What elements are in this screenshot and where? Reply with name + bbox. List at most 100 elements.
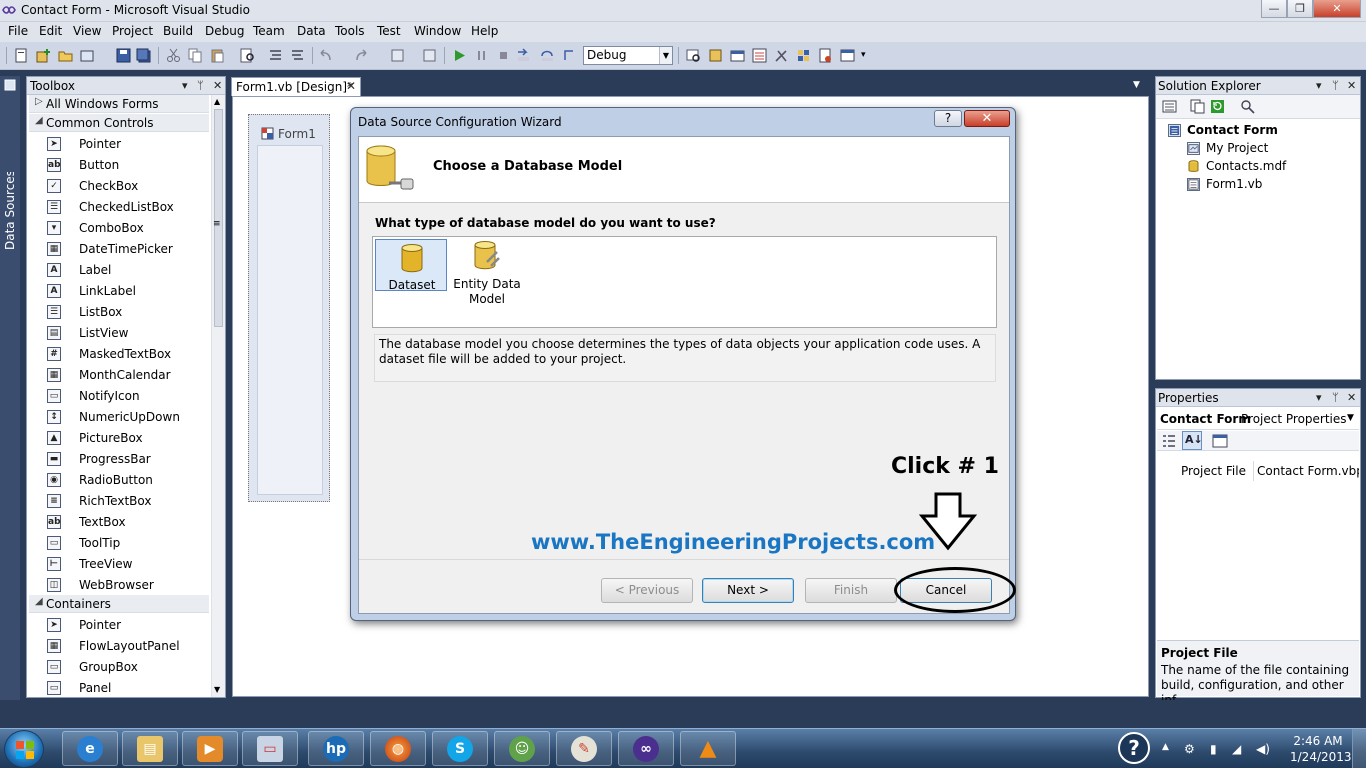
- paste-icon[interactable]: [210, 48, 225, 63]
- extension-manager-icon[interactable]: [796, 48, 811, 63]
- finish-button[interactable]: Finish: [805, 578, 897, 603]
- project-node[interactable]: Contact Form: [1187, 123, 1278, 137]
- maximize-button[interactable]: ❐: [1287, 0, 1313, 18]
- toolbox-item-button[interactable]: ab Button: [29, 155, 209, 175]
- solution-explorer-icon[interactable]: [708, 48, 723, 63]
- step-out-icon[interactable]: [562, 48, 577, 63]
- scroll-up-icon[interactable]: ▲: [214, 97, 220, 106]
- minimize-button[interactable]: —: [1261, 0, 1287, 18]
- stop-icon[interactable]: [496, 48, 511, 63]
- panel-dropdown-icon[interactable]: ▾: [1316, 391, 1322, 404]
- toolbox-item-panel[interactable]: ▭ Panel: [29, 678, 209, 698]
- show-hidden-icons-icon[interactable]: ▲: [1162, 742, 1169, 752]
- new-project-icon[interactable]: [14, 48, 29, 63]
- menu-test[interactable]: Test: [377, 24, 401, 38]
- menu-tools[interactable]: Tools: [335, 24, 365, 38]
- copy-icon[interactable]: [188, 48, 203, 63]
- taskbar-visual-studio[interactable]: ∞: [618, 731, 674, 766]
- object-selector[interactable]: Contact Form Project Properties ▼: [1157, 408, 1359, 430]
- step-over-icon[interactable]: [540, 48, 555, 63]
- toolbox-item-treeview[interactable]: ⊢ TreeView: [29, 554, 209, 574]
- form1-designer[interactable]: Form1: [248, 114, 330, 502]
- toolbox-item-datetimepicker[interactable]: ▦ DateTimePicker: [29, 239, 209, 259]
- menu-edit[interactable]: Edit: [39, 24, 62, 38]
- navigate-backward-icon[interactable]: [390, 48, 405, 63]
- solution-configuration-select[interactable]: Debug ▼: [583, 46, 673, 65]
- find-icon[interactable]: [240, 48, 255, 63]
- toolbox-item-maskedtextbox[interactable]: # MaskedTextBox: [29, 344, 209, 364]
- taskbar-network[interactable]: ▭: [242, 731, 298, 766]
- refresh-icon[interactable]: [1210, 99, 1225, 114]
- categorized-icon[interactable]: [1161, 433, 1177, 449]
- panel-dropdown-icon[interactable]: ▾: [1316, 79, 1322, 92]
- solution-item-contacts-mdf[interactable]: Contacts.mdf: [1206, 159, 1286, 173]
- toolbox-item-textbox[interactable]: ab TextBox: [29, 512, 209, 532]
- toolbox-window-icon[interactable]: [774, 48, 789, 63]
- tab-form1-design[interactable]: Form1.vb [Design]* ✕: [231, 77, 361, 96]
- toolbox-item-radiobutton[interactable]: ◉ RadioButton: [29, 470, 209, 490]
- toolbox-item-progressbar[interactable]: ▬ ProgressBar: [29, 449, 209, 469]
- previous-button[interactable]: < Previous: [601, 578, 693, 603]
- toolbox-group-common-controls[interactable]: ◢ Common Controls: [29, 114, 209, 132]
- menu-file[interactable]: File: [8, 24, 28, 38]
- pin-icon[interactable]: ᛘ: [197, 79, 204, 92]
- start-button[interactable]: [4, 730, 44, 768]
- taskbar-users[interactable]: ☺: [494, 731, 550, 766]
- menu-project[interactable]: Project: [112, 24, 153, 38]
- taskbar-paint[interactable]: ✎: [556, 731, 612, 766]
- object-browser-icon[interactable]: [752, 48, 767, 63]
- pin-icon[interactable]: ᛘ: [1332, 391, 1339, 404]
- model-option-entity-data-model[interactable]: Entity Data Model: [451, 239, 523, 306]
- server-explorer-icon[interactable]: [818, 48, 833, 63]
- property-pages-icon[interactable]: [1212, 433, 1228, 449]
- close-icon[interactable]: ✕: [346, 79, 356, 93]
- taskbar-vlc[interactable]: ▲: [680, 731, 736, 766]
- close-button[interactable]: ✕: [964, 110, 1010, 127]
- navigate-forward-icon[interactable]: [422, 48, 437, 63]
- volume-icon[interactable]: ◀): [1256, 742, 1270, 756]
- battery-icon[interactable]: ▮: [1210, 742, 1217, 756]
- close-icon[interactable]: ✕: [1347, 391, 1356, 404]
- properties-window-icon[interactable]: [730, 48, 745, 63]
- save-icon[interactable]: [116, 48, 131, 63]
- toolbox-item-pointer[interactable]: ➤ Pointer: [29, 134, 209, 154]
- toolbox-item-monthcalendar[interactable]: ▦ MonthCalendar: [29, 365, 209, 385]
- menu-view[interactable]: View: [73, 24, 101, 38]
- document-list-dropdown-icon[interactable]: ▼: [1133, 80, 1140, 90]
- toolbox-item-flowlayoutpanel[interactable]: ▦ FlowLayoutPanel: [29, 636, 209, 656]
- show-desktop-button[interactable]: [1352, 729, 1366, 768]
- show-all-files-icon[interactable]: [1190, 99, 1205, 114]
- property-row-project-file[interactable]: Project File Contact Form.vbproj: [1157, 461, 1359, 481]
- view-class-diagram-icon[interactable]: [1240, 99, 1255, 114]
- toolbox-item-checkedlistbox[interactable]: ☰ CheckedListBox: [29, 197, 209, 217]
- form1-client-area[interactable]: [257, 145, 323, 495]
- toolbox-group-all-windows-forms[interactable]: ▷ All Windows Forms: [29, 95, 209, 113]
- add-existing-icon[interactable]: [80, 48, 95, 63]
- toolbox-item-numericupdown[interactable]: ↕ NumericUpDown: [29, 407, 209, 427]
- menu-debug[interactable]: Debug: [205, 24, 244, 38]
- menu-team[interactable]: Team: [253, 24, 285, 38]
- menu-window[interactable]: Window: [414, 24, 461, 38]
- pin-icon[interactable]: ᛘ: [1332, 79, 1339, 92]
- toolbox-item-listview[interactable]: ▤ ListView: [29, 323, 209, 343]
- taskbar-media-player[interactable]: ▶: [182, 731, 238, 766]
- data-sources-icon[interactable]: [3, 78, 17, 92]
- taskbar-firefox[interactable]: ◍: [370, 731, 426, 766]
- panel-dropdown-icon[interactable]: ▾: [182, 79, 188, 92]
- toolbox-item-linklabel[interactable]: A LinkLabel: [29, 281, 209, 301]
- solution-item-form1-vb[interactable]: Form1.vb: [1206, 177, 1262, 191]
- toolbox-item-picturebox[interactable]: ▲ PictureBox: [29, 428, 209, 448]
- toolbox-item-pointer[interactable]: ➤ Pointer: [29, 615, 209, 635]
- pause-icon[interactable]: [474, 48, 489, 63]
- toolbox-item-webbrowser[interactable]: ◫ WebBrowser: [29, 575, 209, 595]
- comment-icon[interactable]: [268, 48, 283, 63]
- taskbar-skype[interactable]: S: [432, 731, 488, 766]
- menu-help[interactable]: Help: [471, 24, 498, 38]
- toolbox-item-checkbox[interactable]: ✓ CheckBox: [29, 176, 209, 196]
- add-item-icon[interactable]: [36, 48, 51, 63]
- help-icon[interactable]: ?: [1118, 732, 1150, 764]
- toolbox-scrollbar[interactable]: ▲ ≡ ▼: [211, 95, 225, 697]
- command-window-icon[interactable]: [840, 48, 855, 63]
- taskbar-hp[interactable]: hp: [308, 731, 364, 766]
- solution-item-my-project[interactable]: My Project: [1206, 141, 1268, 155]
